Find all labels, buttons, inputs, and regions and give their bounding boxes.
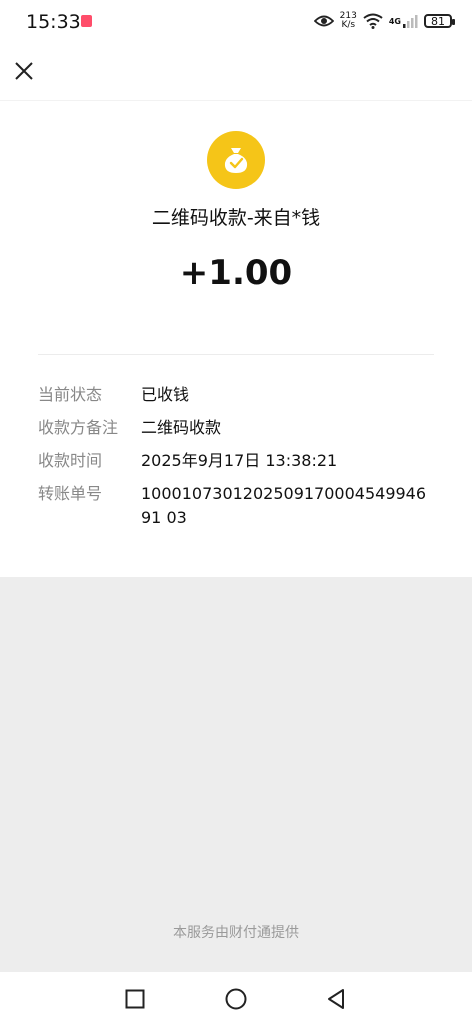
home-button[interactable] [224,987,248,1011]
detail-label: 当前状态 [38,385,103,404]
detail-value: 2025年9月17日 13:38:21 [141,451,338,470]
circle-icon [225,988,247,1010]
notification-app-icon [81,15,92,27]
provider-note: 本服务由财付通提供 [173,925,299,941]
transaction-amount: +1.00 [179,253,293,293]
detail-label: 转账单号 [38,484,103,503]
detail-value: 已收钱 [141,385,190,404]
triangle-back-icon [328,989,344,1009]
recent-apps-button[interactable] [123,987,147,1011]
status-time: 15:33 [26,11,81,33]
header [0,44,472,100]
detail-label: 收款方备注 [38,418,119,437]
status-icons: 213 K/s 4G 81 [313,12,455,30]
back-button[interactable] [324,987,348,1011]
battery-indicator: 81 [424,14,455,28]
network-type: 4G [388,16,401,26]
detail-label: 收款时间 [38,451,103,470]
wifi-icon [363,13,383,29]
money-bag-icon [207,131,265,189]
close-button[interactable] [11,58,37,84]
transaction-card: 二维码收款-来自*钱 +1.00 当前状态 已收钱 收款方备注 二维码收款 收款… [0,100,472,577]
signal-icon [403,15,418,28]
transfer-id-value[interactable]: 100010730120250917000454994691 03 [141,482,436,530]
divider [38,354,434,355]
system-nav-bar [0,972,472,1024]
money-bag-check-icon [224,148,248,173]
eye-icon [313,15,334,27]
square-icon [125,989,145,1009]
network-speed: 213 K/s [340,12,357,30]
transaction-title: 二维码收款-来自*钱 [151,207,321,229]
detail-value: 二维码收款 [141,418,222,437]
status-bar: 15:33 213 K/s 4G 81 [0,0,472,44]
network-speed-unit: K/s [341,20,356,30]
close-icon [15,62,33,80]
